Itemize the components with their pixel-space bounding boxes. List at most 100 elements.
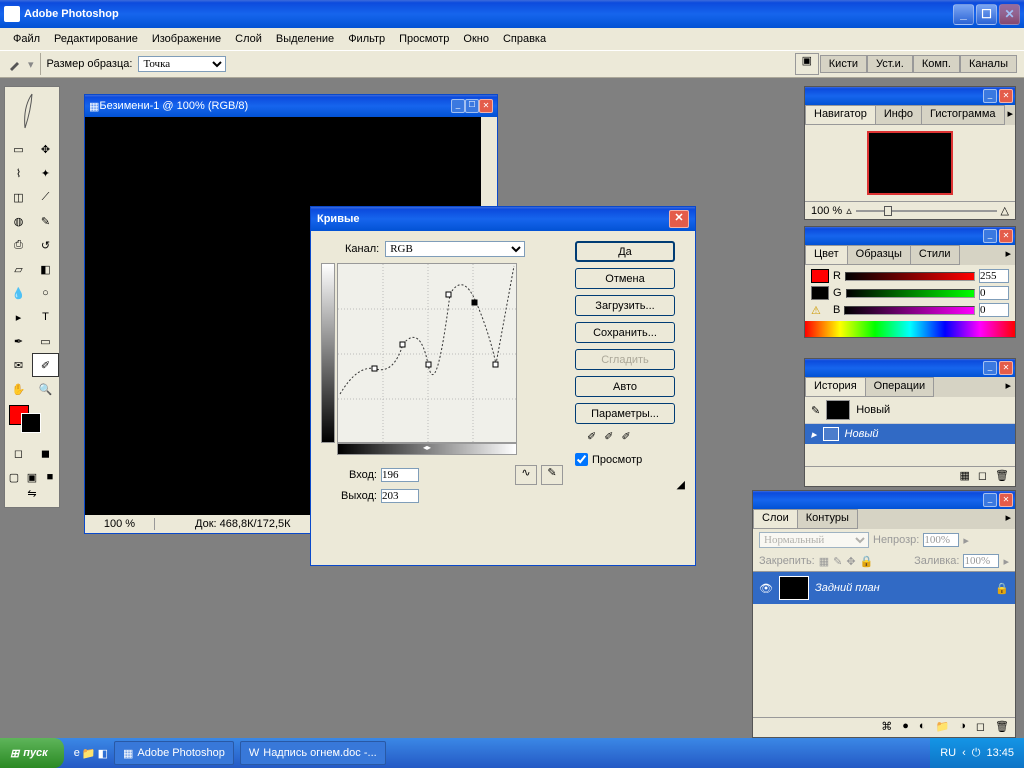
color-bg-swatch[interactable] [811, 286, 829, 300]
history-state-row[interactable]: ▸ Новый [805, 424, 1015, 444]
taskbar-item-photoshop[interactable]: ▦ Adobe Photoshop [114, 741, 234, 765]
adjustment-layer-icon[interactable]: ◑ [959, 720, 966, 735]
screenmode-standard[interactable]: ▢ [5, 465, 23, 489]
tray-net-icon[interactable]: ⏻ [972, 747, 981, 760]
hist-min-button[interactable]: _ [983, 361, 997, 375]
output-value[interactable] [381, 489, 419, 503]
start-button[interactable]: ⊞пуск [0, 738, 64, 768]
tab-actions[interactable]: Операции [865, 377, 934, 397]
path-select-tool[interactable]: ▸ [5, 305, 32, 329]
r-slider[interactable] [845, 272, 975, 281]
pen-tool[interactable]: ✒ [5, 329, 32, 353]
color-ramp[interactable] [805, 321, 1015, 337]
hand-tool[interactable]: ✋ [5, 377, 32, 401]
save-button[interactable]: Сохранить... [575, 322, 675, 343]
panel-menu-icon[interactable]: ▸ [1001, 245, 1015, 265]
gray-eyedropper-icon[interactable]: ✐ [604, 430, 613, 443]
tab-swatches[interactable]: Образцы [847, 245, 911, 265]
resize-grip-icon[interactable]: ◢ [575, 478, 685, 491]
eyedropper-tool[interactable]: ✐ [32, 353, 59, 377]
menu-image[interactable]: Изображение [145, 33, 228, 45]
ql-desktop-icon[interactable]: ◧ [98, 747, 108, 760]
crop-tool[interactable]: ◫ [5, 185, 32, 209]
visibility-eye-icon[interactable]: 👁 [759, 582, 773, 595]
wand-tool[interactable]: ✦ [32, 161, 59, 185]
shape-tool[interactable]: ▭ [32, 329, 59, 353]
layer-name[interactable]: Задний план [815, 582, 880, 594]
slice-tool[interactable]: ⟋ [32, 185, 59, 209]
blur-tool[interactable]: 💧 [5, 281, 32, 305]
tab-paths[interactable]: Контуры [797, 509, 858, 529]
panel-menu-icon[interactable]: ▸ [1004, 105, 1018, 125]
delete-state-icon[interactable]: 🗑 [995, 469, 1009, 484]
menu-help[interactable]: Справка [496, 33, 553, 45]
type-tool[interactable]: T [32, 305, 59, 329]
tab-navigator[interactable]: Навигатор [805, 105, 876, 125]
white-eyedropper-icon[interactable]: ✐ [621, 430, 630, 443]
curves-close-button[interactable]: ✕ [669, 210, 689, 228]
hist-close-button[interactable]: ✕ [999, 361, 1013, 375]
zoom-tool[interactable]: 🔍 [32, 377, 59, 401]
ql-explorer-icon[interactable]: 📁 [82, 747, 96, 760]
nav-min-button[interactable]: _ [983, 89, 997, 103]
layer-style-icon[interactable]: ● [902, 720, 909, 735]
layers-min-button[interactable]: _ [983, 493, 997, 507]
nav-close-button[interactable]: ✕ [999, 89, 1013, 103]
doc-close-button[interactable]: ✕ [479, 99, 493, 113]
maximize-button[interactable]: ☐ [976, 4, 997, 25]
menu-select[interactable]: Выделение [269, 33, 341, 45]
menu-edit[interactable]: Редактирование [47, 33, 145, 45]
options-button[interactable]: Параметры... [575, 403, 675, 424]
input-gradient[interactable]: ◂▸ [337, 443, 517, 455]
black-eyedropper-icon[interactable]: ✐ [587, 430, 596, 443]
dock-tab-presets[interactable]: Уст.и. [867, 55, 913, 73]
marquee-tool[interactable]: ▭ [5, 137, 32, 161]
input-value[interactable] [381, 468, 419, 482]
menu-view[interactable]: Просмотр [392, 33, 456, 45]
lock-trans-icon[interactable]: ▦ [819, 555, 829, 568]
gamut-warning-icon[interactable]: ⚠ [811, 304, 829, 317]
dock-tab-comps[interactable]: Комп. [913, 55, 960, 73]
dock-tab-channels[interactable]: Каналы [960, 55, 1017, 73]
quickmask-off[interactable]: ◻ [5, 441, 32, 465]
layers-close-button[interactable]: ✕ [999, 493, 1013, 507]
doc-zoom[interactable]: 100 % [85, 518, 155, 530]
new-snapshot-icon[interactable]: ◻ [978, 469, 987, 484]
zoom-in-icon[interactable]: △ [1001, 204, 1009, 217]
pencil-mode-button[interactable]: ✎ [541, 465, 563, 485]
lock-move-icon[interactable]: ✥ [846, 555, 855, 568]
menu-filter[interactable]: Фильтр [341, 33, 392, 45]
link-icon[interactable]: ⌘ [881, 720, 892, 735]
curves-graph[interactable] [337, 263, 517, 443]
move-tool[interactable]: ✥ [32, 137, 59, 161]
lock-all-icon[interactable]: 🔒 [860, 555, 874, 568]
ok-button[interactable]: Да [575, 241, 675, 262]
history-snapshot-row[interactable]: ✎ Новый [805, 397, 1015, 424]
brush-tool[interactable]: ✎ [32, 209, 59, 233]
b-slider[interactable] [844, 306, 975, 315]
minimize-button[interactable]: _ [953, 4, 974, 25]
nav-zoom-slider[interactable] [856, 210, 997, 212]
tab-history[interactable]: История [805, 377, 866, 397]
layer-mask-icon[interactable]: ◐ [919, 720, 926, 735]
panel-menu-icon[interactable]: ▸ [1001, 377, 1015, 397]
new-layer-icon[interactable]: ◻ [976, 720, 985, 735]
color-close-button[interactable]: ✕ [999, 229, 1013, 243]
new-set-icon[interactable]: 📁 [936, 720, 950, 735]
taskbar-item-word[interactable]: W Надпись огнем.doc -... [240, 741, 386, 765]
nav-zoom-value[interactable]: 100 % [811, 205, 842, 217]
menu-file[interactable]: Файл [6, 33, 47, 45]
tab-styles[interactable]: Стили [910, 245, 960, 265]
menu-layer[interactable]: Слой [228, 33, 269, 45]
doc-maximize-button[interactable]: ☐ [465, 99, 479, 113]
ql-ie-icon[interactable]: e [74, 747, 80, 760]
quickmask-on[interactable]: ◼ [32, 441, 59, 465]
tab-color[interactable]: Цвет [805, 245, 848, 265]
menu-window[interactable]: Окно [456, 33, 496, 45]
channel-select[interactable]: RGB [385, 241, 525, 257]
jump-to-imageready[interactable]: ⇋ [5, 487, 59, 507]
layer-row[interactable]: 👁 Задний план 🔒 [753, 572, 1015, 604]
b-value[interactable] [979, 303, 1009, 317]
color-min-button[interactable]: _ [983, 229, 997, 243]
tab-histogram[interactable]: Гистограмма [921, 105, 1005, 125]
